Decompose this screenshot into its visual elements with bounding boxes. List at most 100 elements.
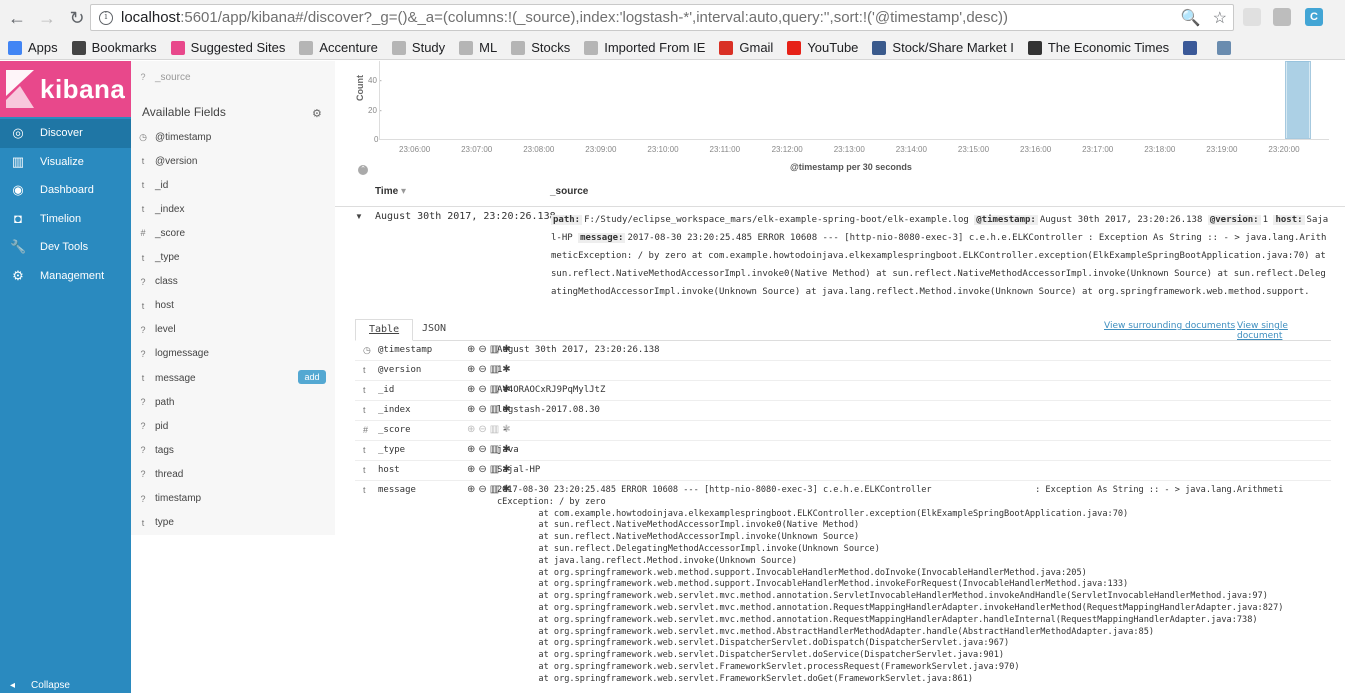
reload-icon[interactable]: ↻ xyxy=(62,3,92,33)
field-list: ? _source Available Fields ⚙ ◷ @timestamp… xyxy=(131,61,335,535)
view-surrounding-link[interactable]: View surrounding documents xyxy=(1104,321,1235,331)
time-column-header[interactable]: Time ▾ xyxy=(375,186,406,197)
filter-for-icon[interactable]: ⊕ xyxy=(467,384,478,395)
filter-out-icon[interactable]: ⊖ xyxy=(478,484,489,495)
bookmark-item[interactable]: YouTube xyxy=(787,40,858,55)
field-item[interactable]: t _id xyxy=(131,175,335,195)
extension-icon[interactable] xyxy=(1273,8,1291,26)
tab-table[interactable]: Table xyxy=(355,319,414,341)
bookmark-item[interactable]: Stocks xyxy=(511,40,570,55)
nav-item-dev-tools[interactable]: 🔧 Dev Tools xyxy=(0,233,131,262)
browser-toolbar: ← → ↻ i localhost:5601/app/kibana#/disco… xyxy=(0,0,1345,36)
filter-for-icon[interactable]: ⊕ xyxy=(467,464,478,475)
field-name: @timestamp xyxy=(378,345,433,355)
field-item[interactable]: ? tags xyxy=(131,440,335,460)
nav-item-management[interactable]: ⚙ Management xyxy=(0,262,131,291)
field-item[interactable]: ? pid xyxy=(131,416,335,436)
filter-out-icon[interactable]: ⊖ xyxy=(478,364,489,375)
forward-icon[interactable]: → xyxy=(32,3,62,33)
filter-for-icon[interactable]: ⊕ xyxy=(467,484,478,495)
field-item[interactable]: ? path xyxy=(131,392,335,412)
field-item[interactable]: ? class xyxy=(131,272,335,292)
source-key: @version: xyxy=(1207,215,1261,225)
profile-icon[interactable]: C xyxy=(1305,8,1323,26)
bookmark-item[interactable]: Bookmarks xyxy=(71,40,157,55)
field-item[interactable]: t @version xyxy=(131,151,335,171)
filter-out-icon[interactable]: ⊖ xyxy=(478,344,489,355)
y-axis-label: Count xyxy=(355,75,365,101)
selected-field[interactable]: ? _source xyxy=(131,67,335,87)
filter-out-icon[interactable]: ⊖ xyxy=(478,424,489,435)
field-item[interactable]: ? logmessage xyxy=(131,344,335,364)
wrench-icon: 🔧 xyxy=(10,239,27,255)
bookmark-item[interactable]: Imported From IE xyxy=(584,40,705,55)
tab-json[interactable]: JSON xyxy=(409,319,459,341)
message-line: at org.springframework.web.servlet.Frame… xyxy=(497,673,973,684)
filter-for-icon[interactable]: ⊕ xyxy=(467,424,478,435)
filter-out-icon[interactable]: ⊖ xyxy=(478,404,489,415)
bookmark-item[interactable] xyxy=(1183,40,1203,55)
x-tick: 23:16:00 xyxy=(1020,145,1052,154)
bookmark-item[interactable]: Suggested Sites xyxy=(170,40,285,55)
message-line: at org.springframework.web.servlet.mvc.m… xyxy=(497,626,1155,637)
filter-for-icon[interactable]: ⊕ xyxy=(467,444,478,455)
doc-row[interactable]: ▼ August 30th 2017, 23:20:26.138 path: F:… xyxy=(335,207,1345,297)
field-item[interactable]: ? thread xyxy=(131,464,335,484)
nav-item-discover[interactable]: ◎ Discover xyxy=(0,119,131,148)
apps-grid-icon xyxy=(8,40,22,55)
chart-collapse-icon[interactable]: ⌃ xyxy=(358,165,368,175)
collapse-button[interactable]: ◂ Collapse xyxy=(10,680,70,691)
histogram[interactable]: Count 40 - 20 - 0 23:06:00 23:07:00 23:08:… xyxy=(335,61,1345,176)
field-item[interactable]: # _score xyxy=(131,223,335,243)
field-name: _score xyxy=(378,425,411,435)
nav-item-timelion[interactable]: ◘ Timelion xyxy=(0,205,131,234)
field-item[interactable]: ? level xyxy=(131,320,335,340)
folder-icon xyxy=(511,40,526,55)
gear-icon[interactable]: ⚙ xyxy=(312,107,322,120)
info-icon[interactable]: i xyxy=(99,10,113,25)
extension-icon[interactable] xyxy=(1243,8,1261,26)
field-name: _source xyxy=(155,71,191,83)
filter-out-icon[interactable]: ⊖ xyxy=(478,464,489,475)
field-value: - xyxy=(497,425,508,435)
field-item[interactable]: ? timestamp xyxy=(131,489,335,509)
field-item[interactable]: t host xyxy=(131,296,335,316)
field-name: pid xyxy=(155,420,169,432)
bookmark-item[interactable] xyxy=(1217,40,1237,55)
kibana-logo[interactable]: kibana xyxy=(0,61,131,117)
filter-out-icon[interactable]: ⊖ xyxy=(478,444,489,455)
bookmark-item[interactable]: Accenture xyxy=(299,40,378,55)
nav-item-dashboard[interactable]: ◉ Dashboard xyxy=(0,176,131,205)
bookmark-item[interactable]: Gmail xyxy=(719,40,773,55)
field-name: _index xyxy=(378,405,411,415)
field-item[interactable]: t type xyxy=(131,513,335,533)
field-name: class xyxy=(155,276,178,288)
filter-for-icon[interactable]: ⊕ xyxy=(467,344,478,355)
bookmark-item[interactable]: Study xyxy=(391,40,445,55)
view-single-link[interactable]: View single document xyxy=(1237,321,1331,341)
bookmark-item[interactable]: ML xyxy=(459,40,497,55)
bookmark-item[interactable]: Apps xyxy=(8,40,58,55)
expand-toggle-icon[interactable]: ▼ xyxy=(355,212,363,221)
nav-item-visualize[interactable]: ▥ Visualize xyxy=(0,148,131,177)
bookmark-item[interactable]: Stock/Share Market I xyxy=(872,40,1014,55)
et-icon xyxy=(1027,40,1042,55)
back-icon[interactable]: ← xyxy=(2,3,32,33)
sort-icon[interactable]: ▾ xyxy=(401,186,406,197)
zoom-icon[interactable]: 🔍 xyxy=(1181,8,1201,28)
x-tick: 23:10:00 xyxy=(647,145,679,154)
dashboard-icon: ◉ xyxy=(12,182,24,198)
bookmark-star-icon[interactable]: ☆ xyxy=(1213,8,1227,28)
field-type-icon: ? xyxy=(140,276,146,287)
field-item[interactable]: ◷ @timestamp xyxy=(131,127,335,147)
field-item[interactable]: t _index xyxy=(131,199,335,219)
filter-out-icon[interactable]: ⊖ xyxy=(478,384,489,395)
bookmark-item[interactable]: The Economic Times xyxy=(1027,40,1169,55)
field-type-icon: t xyxy=(363,465,366,475)
address-bar[interactable]: i localhost:5601/app/kibana#/discover?_g… xyxy=(90,4,1234,31)
field-item[interactable]: t _type xyxy=(131,248,335,268)
row-time: August 30th 2017, 23:20:26.138 xyxy=(375,211,556,222)
filter-for-icon[interactable]: ⊕ xyxy=(467,404,478,415)
add-field-button[interactable]: add xyxy=(298,370,326,384)
filter-for-icon[interactable]: ⊕ xyxy=(467,364,478,375)
